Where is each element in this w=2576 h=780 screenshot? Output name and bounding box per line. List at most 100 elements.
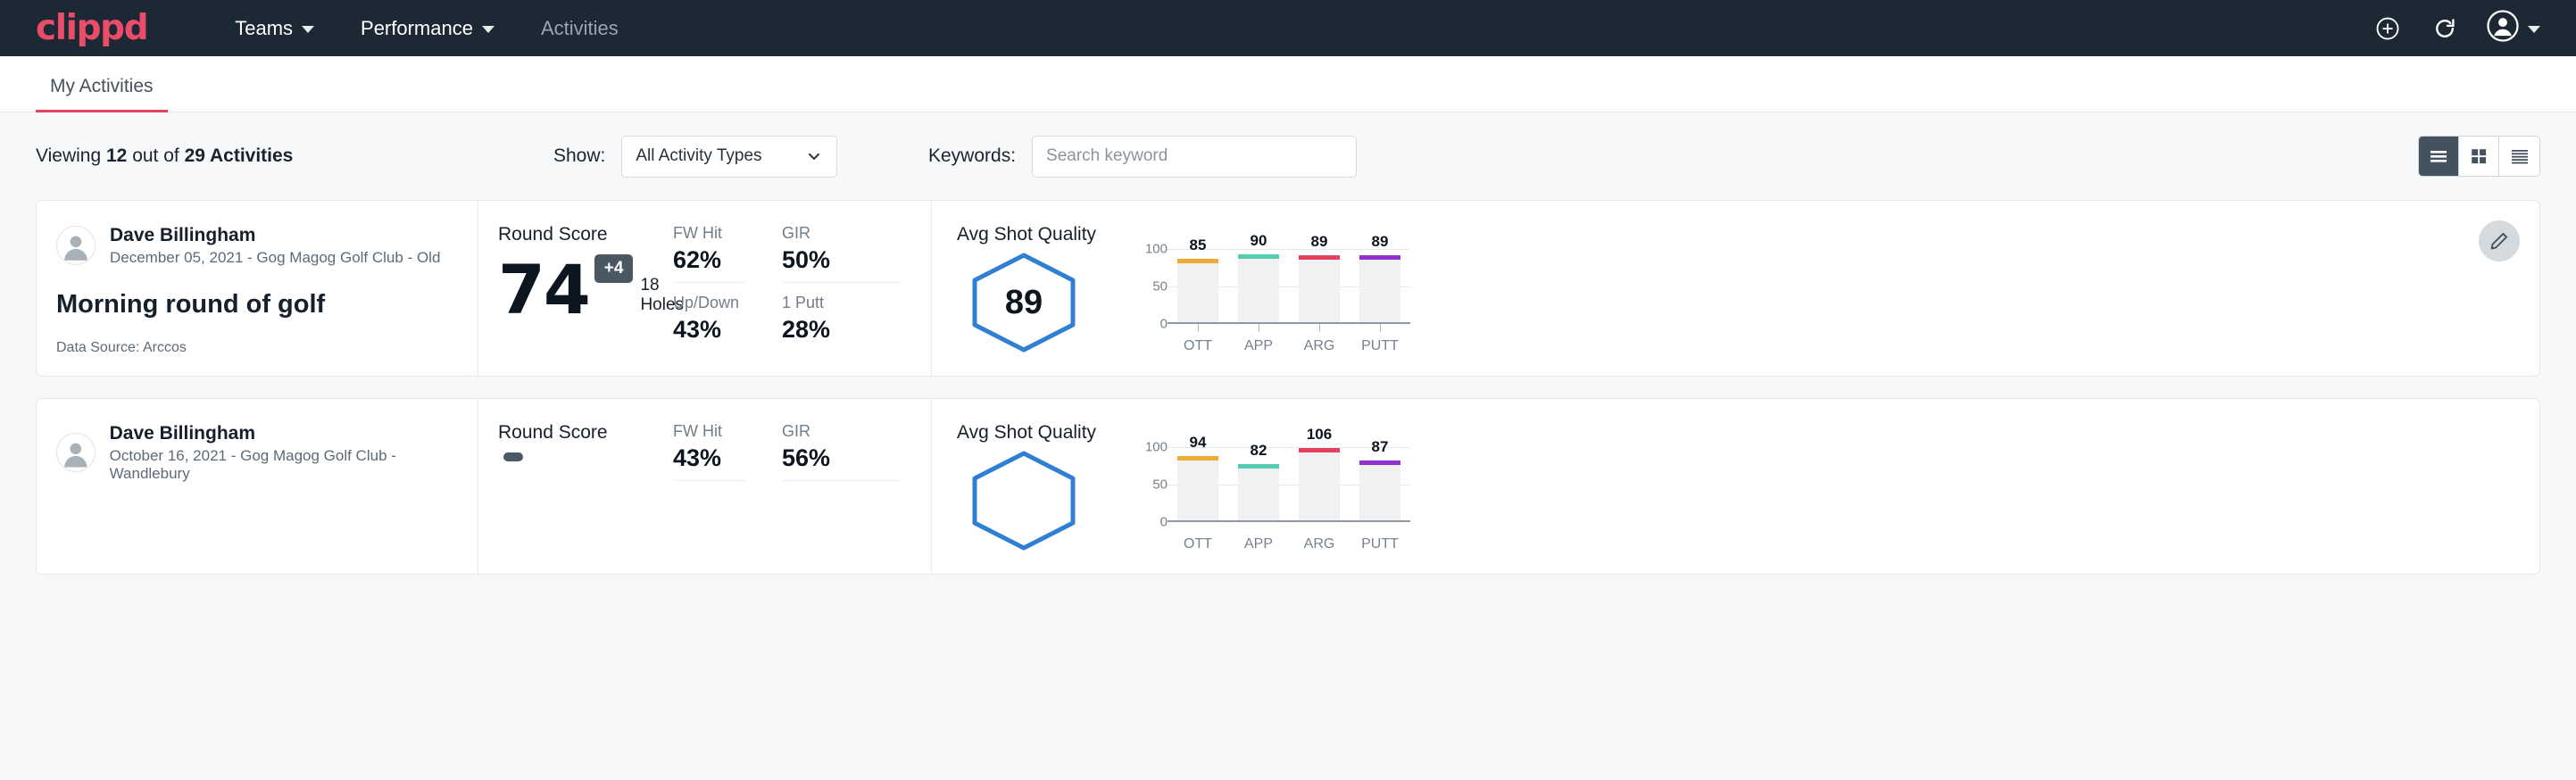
x-tick-label: APP — [1233, 536, 1284, 552]
chevron-down-icon — [482, 26, 494, 33]
view-mode-toggle-group — [2418, 136, 2540, 177]
stat-value: 43% — [673, 444, 746, 472]
bar-value: 106 — [1307, 426, 1332, 444]
stat-value: 50% — [782, 246, 901, 274]
chevron-down-icon — [2528, 26, 2540, 33]
activity-card[interactable]: Dave Billingham December 05, 2021 - Gog … — [36, 200, 2540, 377]
bar-value: 89 — [1372, 233, 1389, 251]
nav-item-label: Performance — [361, 0, 473, 56]
bar-slot-ott: 94 — [1172, 447, 1224, 520]
nav-item-activities[interactable]: Activities — [518, 0, 642, 56]
avg-shot-quality-value: 89 — [1005, 284, 1043, 322]
stat-value: 28% — [782, 316, 901, 344]
grid-view-button[interactable] — [2459, 137, 2499, 176]
edit-activity-button[interactable] — [2479, 220, 2520, 261]
y-tick-label: 100 — [1145, 440, 1168, 455]
stat-fw-hit: FW Hit 62% — [673, 224, 746, 283]
bar-slot-ott: 85 — [1172, 249, 1224, 322]
shot-quality-bar-chart: 100 50 0 94 82 — [1137, 447, 1410, 552]
bar-value: 85 — [1190, 236, 1207, 254]
top-bar-actions — [2372, 0, 2540, 56]
filter-toolbar: Viewing 12 out of 29 Activities Show: Al… — [36, 112, 2540, 200]
activity-type-value: All Activity Types — [636, 146, 761, 166]
x-tick-label: ARG — [1293, 338, 1345, 354]
stat-up-down: Up/Down 43% — [673, 294, 746, 352]
avg-shot-quality-block: Avg Shot Quality 89 100 50 — [932, 201, 2539, 376]
avatar — [56, 433, 96, 472]
nav-item-performance[interactable]: Performance — [337, 0, 518, 56]
tab-my-activities[interactable]: My Activities — [36, 76, 168, 112]
plus-circle-icon[interactable] — [2372, 13, 2403, 44]
activity-title: Morning round of golf — [56, 290, 478, 319]
bar-slot-putt: 87 — [1354, 447, 1406, 520]
person-icon — [57, 226, 95, 265]
bar-value: 82 — [1251, 442, 1267, 460]
stat-label: GIR — [782, 224, 901, 243]
activity-summary: Dave Billingham October 16, 2021 - Gog M… — [37, 399, 478, 574]
nav-item-teams[interactable]: Teams — [212, 0, 337, 56]
stat-label: 1 Putt — [782, 294, 901, 312]
viewing-prefix: Viewing — [36, 145, 106, 166]
round-score-label: Round Score — [498, 224, 673, 245]
shot-quality-bar-chart: 100 50 0 85 — [1137, 249, 1410, 354]
chart-y-axis: 100 50 0 — [1137, 249, 1168, 324]
stat-value: 43% — [673, 316, 746, 344]
chevron-down-icon — [805, 147, 823, 165]
stat-fw-hit: FW Hit 43% — [673, 422, 746, 481]
activity-data-source: Data Source: Arccos — [56, 340, 187, 356]
activity-summary: Dave Billingham December 05, 2021 - Gog … — [37, 201, 478, 376]
search-input[interactable] — [1032, 136, 1357, 178]
x-tick-label: ARG — [1293, 536, 1345, 552]
stat-label: Up/Down — [673, 294, 746, 312]
y-tick-label: 50 — [1152, 279, 1168, 295]
refresh-icon[interactable] — [2430, 13, 2460, 44]
account-avatar-icon — [2487, 10, 2519, 46]
x-tick-label: PUTT — [1354, 338, 1406, 354]
bar-cap — [1177, 259, 1218, 263]
account-menu[interactable] — [2487, 10, 2540, 46]
round-score-block: Round Score — [478, 399, 673, 574]
viewing-middle: out of — [127, 145, 184, 166]
bar-cap — [1177, 456, 1218, 461]
x-tick-label: OTT — [1172, 536, 1224, 552]
keywords-label: Keywords: — [928, 145, 1016, 167]
user-name: Dave Billingham — [110, 224, 440, 246]
compact-list-icon — [2509, 145, 2530, 167]
nav-item-label: Activities — [541, 0, 619, 56]
bar-cap — [1238, 464, 1279, 469]
top-navigation-bar: clippd Teams Performance Activities — [0, 0, 2576, 56]
clippd-logo[interactable]: clippd — [36, 11, 147, 46]
chart-x-axis: OTT APP ARG PUTT — [1168, 536, 1410, 552]
round-score-block: Round Score 74 +4 18 Holes — [478, 201, 673, 376]
activity-stats: FW Hit 43% GIR 56% — [673, 399, 932, 574]
round-score-label: Round Score — [498, 422, 673, 444]
activity-user: Dave Billingham December 05, 2021 - Gog … — [56, 224, 478, 267]
show-label: Show: — [553, 145, 605, 167]
stat-label: FW Hit — [673, 224, 746, 243]
stat-value: 62% — [673, 246, 746, 274]
score-differential-badge: +4 — [594, 254, 634, 283]
quality-hexagon: 89 — [957, 251, 1091, 354]
chart-plot-area: 94 82 106 8 — [1168, 447, 1410, 522]
compact-view-button[interactable] — [2499, 137, 2539, 176]
bar-cap — [1299, 448, 1340, 452]
bar-value: 87 — [1372, 438, 1389, 456]
viewing-total: 29 Activities — [185, 145, 294, 166]
score-differential-badge — [503, 452, 523, 461]
activity-user: Dave Billingham October 16, 2021 - Gog M… — [56, 422, 478, 483]
activity-type-select[interactable]: All Activity Types — [621, 136, 837, 178]
activity-card[interactable]: Dave Billingham October 16, 2021 - Gog M… — [36, 398, 2540, 575]
y-tick-label: 0 — [1160, 515, 1168, 530]
person-icon — [57, 433, 95, 472]
x-tick-label: PUTT — [1354, 536, 1406, 552]
chart-x-axis: OTT APP ARG PUTT — [1168, 338, 1410, 354]
list-view-button[interactable] — [2419, 137, 2459, 176]
tab-strip: My Activities — [0, 56, 2576, 112]
keyword-filter: Keywords: — [928, 136, 1357, 178]
user-name: Dave Billingham — [110, 422, 478, 444]
viewing-count: 12 — [106, 145, 127, 166]
bar-slot-arg: 106 — [1293, 447, 1345, 520]
stat-label: FW Hit — [673, 422, 746, 441]
round-score-value: 74 — [498, 258, 589, 322]
tab-label: My Activities — [50, 76, 154, 96]
